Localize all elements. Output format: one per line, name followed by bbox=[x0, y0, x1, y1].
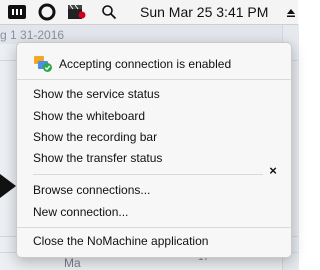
circle-icon[interactable] bbox=[36, 0, 58, 24]
eject-icon[interactable] bbox=[284, 0, 298, 24]
nomachine-menu: Accepting connection is enabled Show the… bbox=[16, 42, 292, 258]
show-transfer-status-item[interactable]: Show the transfer status bbox=[33, 149, 162, 167]
show-service-status-item[interactable]: Show the service status bbox=[33, 85, 160, 103]
new-connection-item[interactable]: New connection... bbox=[33, 203, 128, 221]
connection-status-item[interactable]: Accepting connection is enabled bbox=[59, 55, 231, 73]
menu-separator bbox=[17, 79, 291, 80]
menu-separator bbox=[33, 174, 263, 175]
nomachine-icon[interactable] bbox=[6, 0, 28, 24]
show-whiteboard-item[interactable]: Show the whiteboard bbox=[33, 107, 145, 125]
search-icon[interactable] bbox=[98, 0, 120, 24]
clapper-icon[interactable] bbox=[64, 0, 88, 24]
menu-bar-clock[interactable]: Sun Mar 25 3:41 PM bbox=[140, 0, 268, 24]
close-application-item[interactable]: Close the NoMachine application bbox=[33, 232, 208, 250]
menu-separator bbox=[17, 227, 291, 228]
show-recording-bar-item[interactable]: Show the recording bar bbox=[33, 128, 157, 146]
background-date-text: g 1 31-2016 bbox=[0, 28, 65, 42]
connection-enabled-icon bbox=[33, 53, 53, 73]
close-icon[interactable]: × bbox=[267, 164, 279, 177]
menu-bar: Sun Mar 25 3:41 PM bbox=[0, 0, 298, 25]
background-bottom-text: Ma bbox=[64, 256, 81, 270]
browse-connections-item[interactable]: Browse connections... bbox=[33, 181, 150, 199]
pointer-arrow-icon bbox=[0, 174, 16, 198]
